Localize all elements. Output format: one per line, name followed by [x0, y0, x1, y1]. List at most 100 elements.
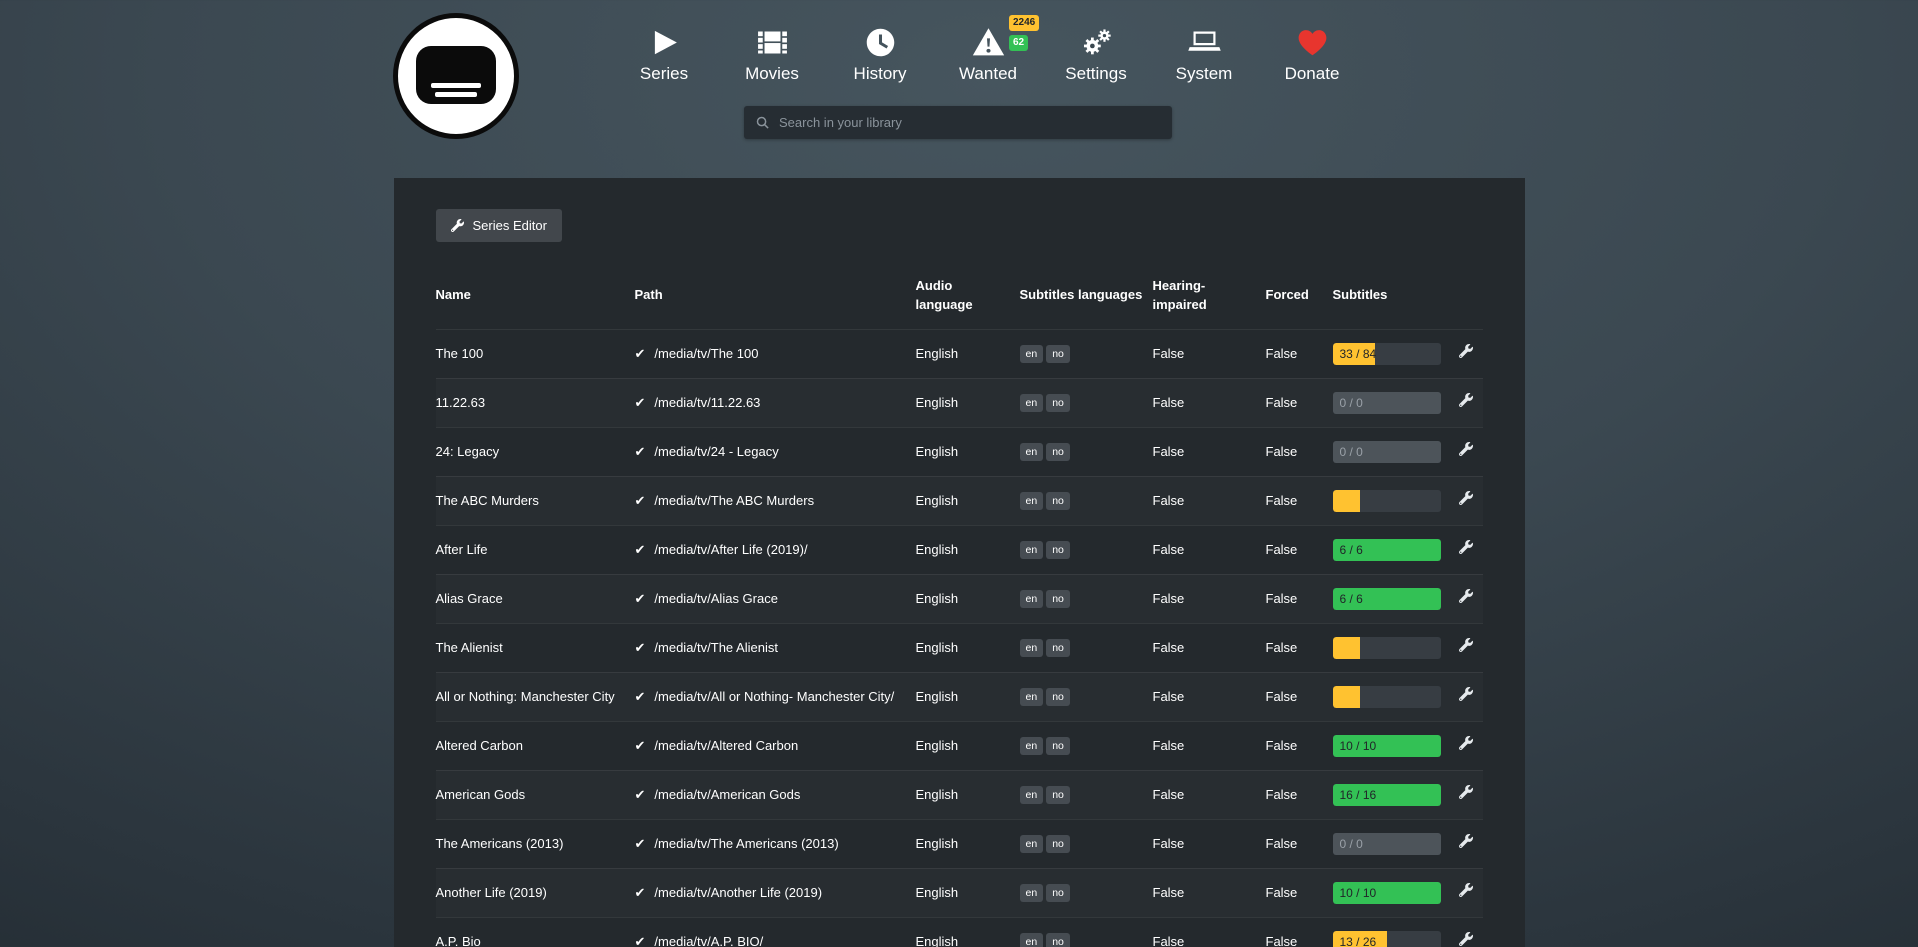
series-name[interactable]: Alias Grace — [436, 574, 635, 623]
check-icon: ✔ — [635, 688, 646, 706]
nav-item-history[interactable]: History — [842, 24, 918, 84]
subtitles-progress-bar: 10 / 10 — [1333, 735, 1441, 757]
edit-series-wrench-icon[interactable] — [1459, 589, 1473, 608]
series-name[interactable]: American Gods — [436, 770, 635, 819]
series-name[interactable]: The 100 — [436, 329, 635, 378]
series-row: 11.22.63✔/media/tv/11.22.63EnglishennoFa… — [436, 378, 1483, 427]
series-path: /media/tv/The ABC Murders — [654, 492, 814, 510]
hearing-impaired-value: False — [1153, 574, 1266, 623]
audio-language: English — [916, 770, 1020, 819]
check-icon: ✔ — [635, 443, 646, 461]
header: Series Movies History 224662Wanted Settings S… — [393, 0, 1525, 178]
header-row: NamePathAudio languageSubtitles language… — [436, 269, 1483, 329]
hearing-impaired-value: False — [1153, 770, 1266, 819]
column-header: Name — [436, 269, 635, 329]
forced-value: False — [1266, 868, 1333, 917]
edit-series-wrench-icon[interactable] — [1459, 638, 1473, 657]
subtitles-progress-label: 13 / 26 — [1340, 931, 1377, 947]
series-name[interactable]: Altered Carbon — [436, 721, 635, 770]
edit-series-wrench-icon[interactable] — [1459, 736, 1473, 755]
edit-series-wrench-icon[interactable] — [1459, 393, 1473, 412]
column-header — [1446, 269, 1483, 329]
subtitle-language-badge: no — [1046, 835, 1070, 854]
bazarr-logo[interactable] — [393, 13, 519, 139]
series-name[interactable]: The Alienist — [436, 623, 635, 672]
edit-series-wrench-icon[interactable] — [1459, 932, 1473, 947]
edit-series-wrench-icon[interactable] — [1459, 344, 1473, 363]
subtitle-language-badge: en — [1020, 688, 1044, 707]
subtitles-progress-label: 33 / 84 — [1340, 343, 1377, 365]
subtitle-language-badge: no — [1046, 737, 1070, 756]
nav-item-series[interactable]: Series — [626, 24, 702, 84]
audio-language: English — [916, 721, 1020, 770]
subtitles-progress-label: 10 / 10 — [1340, 882, 1377, 904]
series-name[interactable]: Another Life (2019) — [436, 868, 635, 917]
forced-value: False — [1266, 721, 1333, 770]
nav-item-system[interactable]: System — [1166, 24, 1242, 84]
series-name[interactable]: 24: Legacy — [436, 427, 635, 476]
audio-language: English — [916, 574, 1020, 623]
nav-item-label: System — [1166, 64, 1242, 84]
subtitles-progress-label: 16 / 16 — [1340, 784, 1377, 806]
table-header: NamePathAudio languageSubtitles language… — [436, 269, 1483, 329]
column-header: Path — [635, 269, 916, 329]
search-icon — [755, 115, 770, 130]
series-editor-button[interactable]: Series Editor — [436, 209, 562, 242]
series-row: Another Life (2019)✔/media/tv/Another Li… — [436, 868, 1483, 917]
series-row: All or Nothing: Manchester City✔/media/t… — [436, 672, 1483, 721]
nav-item-movies[interactable]: Movies — [734, 24, 810, 84]
column-header: Subtitles — [1333, 269, 1446, 329]
subtitle-languages: enno — [1020, 427, 1153, 476]
hearing-impaired-value: False — [1153, 378, 1266, 427]
check-icon: ✔ — [635, 933, 646, 947]
forced-value: False — [1266, 819, 1333, 868]
film-icon — [734, 24, 810, 64]
forced-value: False — [1266, 378, 1333, 427]
subtitle-language-badge: en — [1020, 835, 1044, 854]
series-name[interactable]: 11.22.63 — [436, 378, 635, 427]
hearing-impaired-value: False — [1153, 917, 1266, 947]
column-header: Audio language — [916, 269, 1020, 329]
series-name[interactable]: A.P. Bio — [436, 917, 635, 947]
nav-item-donate[interactable]: Donate — [1274, 24, 1350, 84]
wrench-icon — [451, 219, 464, 232]
series-editor-label: Series Editor — [473, 218, 547, 233]
subtitle-language-badge: en — [1020, 737, 1044, 756]
edit-series-wrench-icon[interactable] — [1459, 442, 1473, 461]
subtitles-progress-bar: 33 / 84 — [1333, 343, 1441, 365]
nav-item-settings[interactable]: Settings — [1058, 24, 1134, 84]
search-input[interactable] — [779, 115, 1161, 130]
series-path: /media/tv/American Gods — [654, 786, 800, 804]
check-icon: ✔ — [635, 639, 646, 657]
subtitle-languages: enno — [1020, 672, 1153, 721]
series-row: 24: Legacy✔/media/tv/24 - LegacyEnglishe… — [436, 427, 1483, 476]
warning-icon: 224662 — [950, 24, 1026, 64]
series-name[interactable]: The ABC Murders — [436, 476, 635, 525]
series-row: The Americans (2013)✔/media/tv/The Ameri… — [436, 819, 1483, 868]
series-row: After Life✔/media/tv/After Life (2019)/E… — [436, 525, 1483, 574]
subtitle-languages: enno — [1020, 819, 1153, 868]
main-nav: Series Movies History 224662Wanted Settings S… — [626, 24, 1382, 84]
check-icon: ✔ — [635, 541, 646, 559]
subtitle-languages: enno — [1020, 623, 1153, 672]
subtitle-languages: enno — [1020, 917, 1153, 947]
series-table: NamePathAudio languageSubtitles language… — [436, 269, 1483, 947]
edit-series-wrench-icon[interactable] — [1459, 883, 1473, 902]
subtitle-language-badge: en — [1020, 590, 1044, 609]
table-body: The 100✔/media/tv/The 100EnglishennoFals… — [436, 329, 1483, 947]
edit-series-wrench-icon[interactable] — [1459, 540, 1473, 559]
edit-series-wrench-icon[interactable] — [1459, 687, 1473, 706]
gears-icon — [1058, 24, 1134, 64]
audio-language: English — [916, 917, 1020, 947]
series-name[interactable]: All or Nothing: Manchester City — [436, 672, 635, 721]
subtitle-language-badge: en — [1020, 443, 1044, 462]
nav-item-wanted[interactable]: 224662Wanted — [950, 24, 1026, 84]
hearing-impaired-value: False — [1153, 329, 1266, 378]
series-name[interactable]: After Life — [436, 525, 635, 574]
series-name[interactable]: The Americans (2013) — [436, 819, 635, 868]
heart-icon — [1274, 24, 1350, 64]
laptop-icon — [1166, 24, 1242, 64]
edit-series-wrench-icon[interactable] — [1459, 491, 1473, 510]
edit-series-wrench-icon[interactable] — [1459, 834, 1473, 853]
edit-series-wrench-icon[interactable] — [1459, 785, 1473, 804]
